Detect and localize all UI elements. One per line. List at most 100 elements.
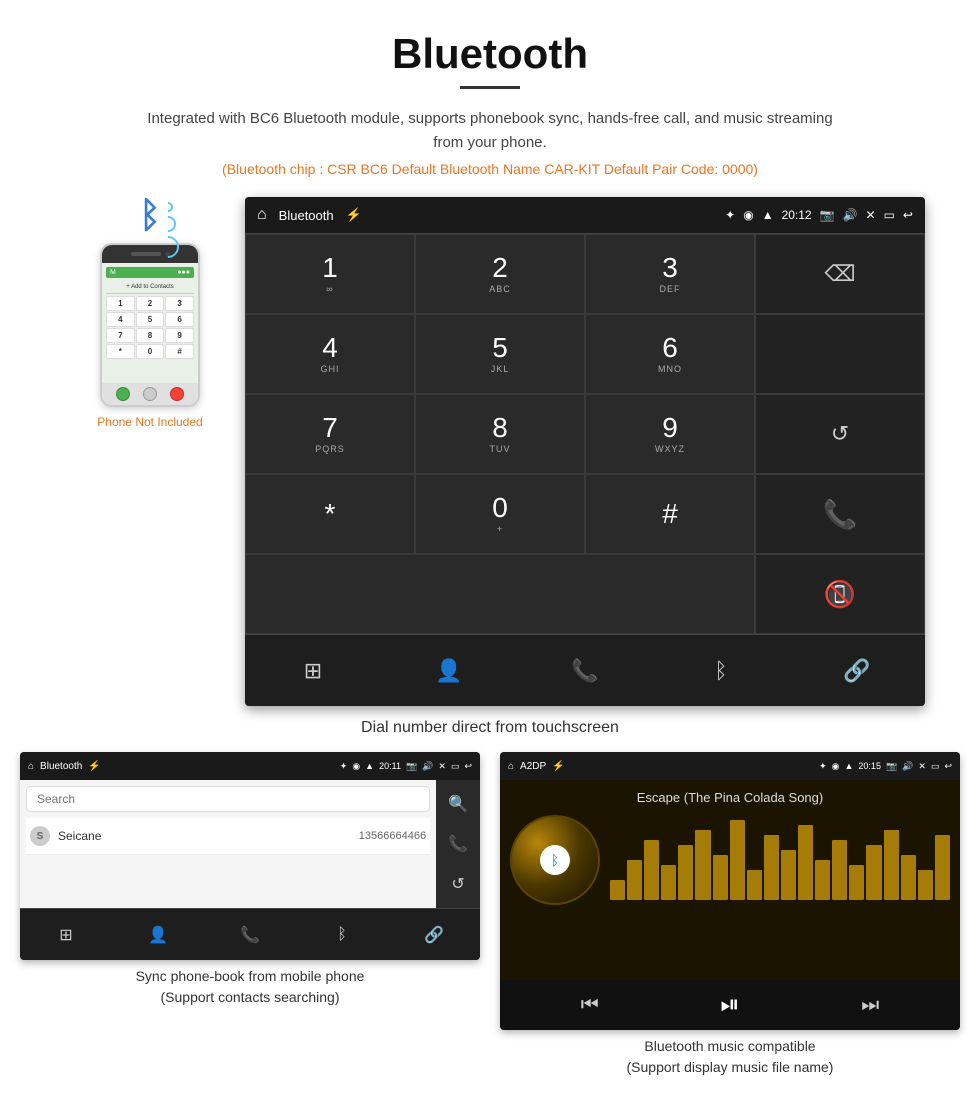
main-caption: Dial number direct from touchscreen (0, 711, 980, 752)
dial-key-7[interactable]: 7 PQRS (245, 394, 415, 474)
phone-key-5[interactable]: 5 (136, 312, 165, 327)
phonebook-search-input[interactable] (26, 786, 430, 812)
phone-key-3[interactable]: 3 (165, 296, 194, 311)
side-search-icon[interactable]: 🔍 (442, 788, 474, 820)
phone-speaker (131, 252, 161, 256)
dial-key-9[interactable]: 9 WXYZ (585, 394, 755, 474)
phone-key-2[interactable]: 2 (136, 296, 165, 311)
description-text: Integrated with BC6 Bluetooth module, su… (140, 107, 840, 155)
waveform-bar (866, 845, 881, 900)
dial-key-4[interactable]: 4 GHI (245, 314, 415, 394)
dial-key-3[interactable]: 3 DEF (585, 234, 755, 314)
home-icon[interactable]: ⌂ (257, 206, 267, 224)
pb-cam-icon: 📷 (406, 761, 417, 772)
dial-key-call-red[interactable]: 📵 (755, 554, 925, 634)
phone-key-6[interactable]: 6 (165, 312, 194, 327)
pb-statusbar-left: ⌂ Bluetooth ⚡ (28, 761, 101, 772)
album-art: ᛒ (510, 815, 600, 905)
dial-key-star[interactable]: * (245, 474, 415, 554)
side-refresh-icon[interactable]: ↺ (442, 868, 474, 900)
pb-nav-link[interactable]: 🔗 (416, 917, 452, 953)
green-call-icon: 📞 (823, 498, 858, 531)
side-call-icon[interactable]: 📞 (442, 828, 474, 860)
usb-icon: ⚡ (346, 207, 362, 223)
play-pause-btn[interactable]: ⏯ (720, 991, 739, 1019)
dial-key-2[interactable]: 2 ABC (415, 234, 585, 314)
back-icon[interactable]: ↩ (903, 208, 913, 222)
music-caption: Bluetooth music compatible (Support disp… (627, 1036, 834, 1078)
mu-home-icon[interactable]: ⌂ (508, 761, 514, 772)
pb-nav-phone[interactable]: 📞 (232, 917, 268, 953)
dialpad-grid: 1 ∞ 2 ABC 3 DEF ⌫ 4 GHI 5 JKL (245, 233, 925, 634)
pb-nav-person[interactable]: 👤 (140, 917, 176, 953)
phonebook-side-icons: 🔍 📞 ↺ (436, 780, 480, 908)
mu-cam-icon: 📷 (886, 761, 897, 772)
nav-link-icon[interactable]: 🔗 (832, 646, 882, 696)
phone-screen: M ●●● + Add to Contacts 1 2 3 4 5 6 7 8 … (102, 263, 198, 383)
music-panel: ⌂ A2DP ⚡ ✦ ◉ ▲ 20:15 📷 🔊 ✕ ▭ ↩ (490, 752, 970, 1078)
pb-back-icon[interactable]: ↩ (464, 761, 472, 772)
phone-call-btn[interactable] (116, 387, 130, 401)
phone-home-btn[interactable] (143, 387, 157, 401)
bottom-panels: ⌂ Bluetooth ⚡ ✦ ◉ ▲ 20:11 📷 🔊 ✕ ▭ ↩ (0, 752, 980, 1098)
phone-key-7[interactable]: 7 (106, 328, 135, 343)
waveform-bar (747, 870, 762, 900)
dial-key-refresh[interactable]: ↺ (755, 394, 925, 474)
dial-key-0[interactable]: 0 + (415, 474, 585, 554)
digit-5: 5 (492, 334, 508, 362)
backspace-icon: ⌫ (824, 261, 855, 287)
phone-key-star[interactable]: * (106, 344, 135, 359)
mu-sig-icon: ▲ (845, 761, 854, 771)
pb-home-icon[interactable]: ⌂ (28, 761, 34, 772)
nav-grid-icon[interactable]: ⊞ (288, 646, 338, 696)
dial-key-6[interactable]: 6 MNO (585, 314, 755, 394)
nav-phone-icon[interactable]: 📞 (560, 646, 610, 696)
phone-key-hash[interactable]: # (165, 344, 194, 359)
digit-0: 0 (492, 494, 508, 522)
contact-name: Seicane (58, 829, 359, 843)
dial-key-8[interactable]: 8 TUV (415, 394, 585, 474)
phone-body: M ●●● + Add to Contacts 1 2 3 4 5 6 7 8 … (100, 243, 200, 407)
dial-key-backspace[interactable]: ⌫ (755, 234, 925, 314)
phone-key-1[interactable]: 1 (106, 296, 135, 311)
phonebook-caption: Sync phone-book from mobile phone (Suppo… (136, 966, 365, 1008)
phone-key-8[interactable]: 8 (136, 328, 165, 343)
pb-usb-icon: ⚡ (88, 761, 100, 772)
pb-time: 20:11 (379, 761, 401, 771)
mu-x-icon: ✕ (918, 761, 926, 772)
prev-track-btn[interactable]: ⏮ (581, 994, 599, 1017)
album-art-bt-icon: ᛒ (540, 845, 570, 875)
phone-key-9[interactable]: 9 (165, 328, 194, 343)
sub-mno: MNO (658, 364, 682, 374)
mu-back-icon[interactable]: ↩ (944, 761, 952, 772)
phone-end-btn[interactable] (170, 387, 184, 401)
pb-nav-grid[interactable]: ⊞ (48, 917, 84, 953)
dial-key-1[interactable]: 1 ∞ (245, 234, 415, 314)
waveform-bar (627, 860, 642, 900)
waveform-bar (730, 820, 745, 900)
dial-key-call-green[interactable]: 📞 (755, 474, 925, 554)
phone-key-0[interactable]: 0 (136, 344, 165, 359)
nav-person-icon[interactable]: 👤 (424, 646, 474, 696)
digit-1: 1 (322, 254, 338, 282)
waveform-bar (781, 850, 796, 900)
phone-key-4[interactable]: 4 (106, 312, 135, 327)
phonebook-panel: ⌂ Bluetooth ⚡ ✦ ◉ ▲ 20:11 📷 🔊 ✕ ▭ ↩ (10, 752, 490, 1078)
waveform-bar (849, 865, 864, 900)
sub-plus: + (497, 524, 503, 534)
dial-key-5[interactable]: 5 JKL (415, 314, 585, 394)
page-title: Bluetooth (20, 30, 960, 78)
title-underline (460, 86, 520, 89)
next-track-btn[interactable]: ⏭ (861, 994, 879, 1017)
pb-sig-icon: ▲ (365, 761, 374, 771)
contact-row-seicane[interactable]: S Seicane 13566664466 (26, 818, 430, 855)
android-dial-screen: ⌂ Bluetooth ⚡ ✦ ◉ ▲ 20:12 📷 🔊 ✕ ▭ ↩ 1 (245, 197, 925, 706)
dial-key-empty-r2 (755, 314, 925, 394)
dial-key-hash[interactable]: # (585, 474, 755, 554)
specs-text: (Bluetooth chip : CSR BC6 Default Blueto… (20, 161, 960, 177)
nav-bt-icon[interactable]: ᛒ (696, 646, 746, 696)
sub-wxyz: WXYZ (655, 444, 685, 454)
pb-nav-bt[interactable]: ᛒ (324, 917, 360, 953)
page-header: Bluetooth Integrated with BC6 Bluetooth … (0, 0, 980, 187)
digit-9: 9 (662, 414, 678, 442)
